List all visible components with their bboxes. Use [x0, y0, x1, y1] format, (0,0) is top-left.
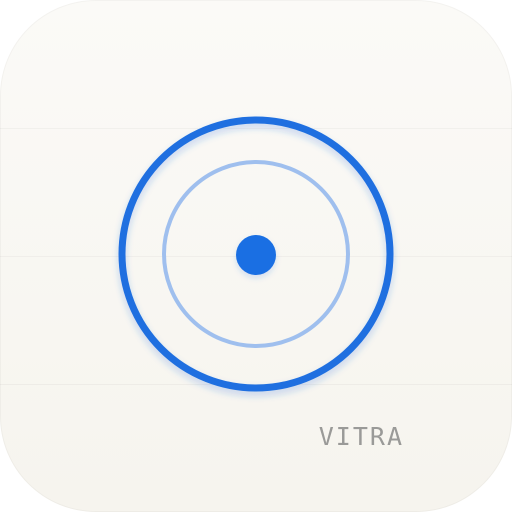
- brand-wordmark: VITRA: [318, 422, 404, 451]
- icon-tile: VITRA: [0, 0, 512, 512]
- target-rings-icon: [117, 116, 395, 397]
- app-icon: VITRA: [0, 0, 512, 512]
- center-dot: [236, 235, 276, 275]
